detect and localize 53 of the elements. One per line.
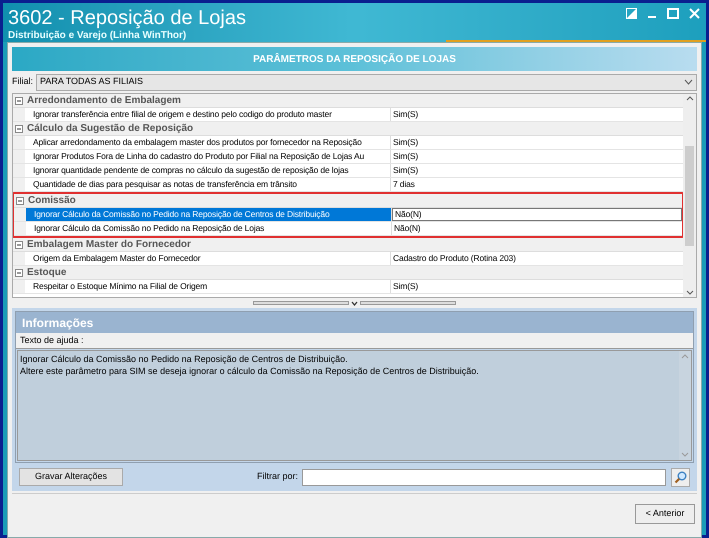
- maximize-icon[interactable]: [667, 8, 679, 19]
- back-button[interactable]: < Anterior: [635, 504, 695, 524]
- parameter-value[interactable]: Sim(S): [391, 136, 683, 149]
- chevron-down-icon[interactable]: [686, 290, 694, 295]
- parameter-name[interactable]: Ignorar quantidade pendente de compras no cálculo da sugestão de reposição de lojas: [25, 164, 391, 177]
- window-subtitle: Distribuição e Varejo (Linha WinThor): [8, 30, 186, 42]
- parameter-value[interactable]: Não(N): [392, 222, 682, 235]
- filial-label: Filial:: [12, 75, 34, 88]
- collapse-icon[interactable]: [15, 124, 23, 132]
- parameter-name[interactable]: Ignorar transferência entre filial de origem e destino pelo codigo do produto master: [25, 108, 391, 121]
- restore-icon[interactable]: [626, 8, 637, 19]
- parameter-name[interactable]: Ignorar Cálculo da Comissão no Pedido na Reposição de Centros de Distribuição: [26, 208, 392, 221]
- collapse-icon[interactable]: [15, 96, 23, 104]
- section-header: PARÂMETROS DA REPOSIÇÃO DE LOJAS: [12, 47, 697, 71]
- help-label: Texto de ajuda :: [16, 333, 693, 349]
- group-title[interactable]: Cálculo da Sugestão de Reposição: [27, 121, 194, 136]
- group-title[interactable]: Comissão: [28, 193, 76, 208]
- filter-label: Filtrar por:: [256, 470, 298, 484]
- help-text-line: Ignorar Cálculo da Comissão no Pedido na Reposição de Centros de Distribuição.: [20, 353, 348, 365]
- filial-dropdown[interactable]: PARA TODAS AS FILIAIS: [36, 74, 697, 90]
- collapse-icon[interactable]: [16, 196, 24, 204]
- search-button[interactable]: [671, 468, 690, 486]
- splitter-handle[interactable]: [253, 301, 349, 305]
- chevron-down-icon[interactable]: [351, 300, 358, 306]
- scrollbar[interactable]: [683, 94, 696, 297]
- parameter-value[interactable]: Não(N): [392, 208, 682, 221]
- group-title[interactable]: Estoque: [27, 265, 66, 280]
- collapse-icon[interactable]: [15, 240, 23, 248]
- panel-title: Informações: [16, 312, 693, 333]
- chevron-up-icon[interactable]: [686, 96, 694, 101]
- parameter-value[interactable]: Sim(S): [391, 108, 683, 121]
- parameter-name[interactable]: Origem da Embalagem Master do Fornecedor: [25, 252, 391, 265]
- parameter-name[interactable]: Aplicar arredondamento da embalagem master dos produtos por fornecedor na Reposição: [25, 136, 391, 149]
- search-icon: [674, 470, 687, 484]
- group-title[interactable]: Arredondamento de Embalagem: [27, 94, 181, 108]
- parameter-value[interactable]: Sim(S): [391, 164, 683, 177]
- group-title[interactable]: Embalagem Master do Fornecedor: [27, 237, 191, 252]
- parameter-name[interactable]: Ignorar Cálculo da Comissão no Pedido na Reposição de Lojas: [26, 222, 392, 235]
- parameter-value[interactable]: Cadastro do Produto (Rotina 203): [391, 252, 683, 265]
- window-title: 3602 - Reposição de Lojas: [8, 6, 246, 30]
- parameter-name[interactable]: Ignorar Produtos Fora de Linha do cadastro do Produto por Filial na Reposição de Lojas Au: [25, 150, 391, 163]
- chevron-down-icon: [684, 79, 693, 85]
- collapse-icon[interactable]: [15, 268, 23, 276]
- parameter-value[interactable]: Sim(S): [391, 280, 683, 293]
- parameter-value[interactable]: Sim(S): [391, 150, 683, 163]
- close-icon[interactable]: [689, 8, 700, 19]
- filter-field[interactable]: [302, 468, 666, 486]
- help-text-line: Altere este parâmetro para SIM se deseja ignorar o cálculo da Comissão na Reposição de Centros de Distribuição.: [20, 365, 479, 377]
- parameter-name[interactable]: Respeitar o Estoque Mínimo na Filial de Origem: [25, 280, 391, 293]
- parameter-value[interactable]: 7 dias: [391, 178, 683, 191]
- parameter-name[interactable]: Quantidade de dias para pesquisar as notas de transferência em trânsito: [25, 178, 391, 191]
- splitter-handle[interactable]: [360, 301, 456, 305]
- save-button[interactable]: Gravar Alterações: [19, 468, 123, 486]
